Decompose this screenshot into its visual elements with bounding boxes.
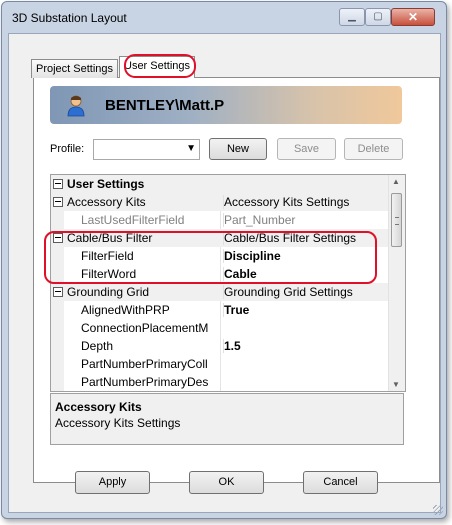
profile-label: Profile: <box>50 143 85 155</box>
description-pane: Accessory Kits Accessory Kits Settings <box>50 393 404 445</box>
dialog-window: 3D Substation Layout ▁ ▢ ✕ Project Setti… <box>1 1 447 519</box>
vertical-scrollbar[interactable]: ▲ ▼ <box>388 175 405 391</box>
property-row-partnumberprimarycoll[interactable]: PartNumberPrimaryColl <box>51 355 388 373</box>
title-bar[interactable]: 3D Substation Layout ▁ ▢ ✕ <box>2 2 446 32</box>
user-header-banner: BENTLEY\Matt.P <box>50 86 402 124</box>
ok-button[interactable]: OK <box>189 471 264 494</box>
property-value: Accessory Kits Settings <box>223 195 350 209</box>
column-divider <box>220 337 221 355</box>
property-row-connectionplacement[interactable]: ConnectionPlacementM <box>51 319 388 337</box>
scroll-up-arrow-icon[interactable]: ▲ <box>392 177 400 186</box>
property-value: Grounding Grid Settings <box>223 285 353 299</box>
property-value: Part_Number <box>223 213 296 227</box>
property-name: Depth <box>81 339 114 353</box>
minimize-button[interactable]: ▁ <box>339 8 365 26</box>
collapse-icon[interactable] <box>53 179 63 189</box>
row-gutter <box>51 193 64 211</box>
row-gutter <box>51 301 64 319</box>
resize-grip-icon[interactable] <box>433 505 443 515</box>
save-profile-button[interactable]: Save <box>277 138 336 160</box>
column-divider <box>220 319 221 337</box>
property-name: ConnectionPlacementM <box>81 321 209 335</box>
property-value[interactable]: True <box>223 303 249 317</box>
property-name: Grounding Grid <box>67 285 150 299</box>
category-row-grounding-grid[interactable]: Grounding Grid Grounding Grid Settings <box>51 283 388 301</box>
property-row-depth[interactable]: Depth 1.5 <box>51 337 388 355</box>
property-row-partnumberprimarydes[interactable]: PartNumberPrimaryDes <box>51 373 388 391</box>
user-name: BENTLEY\Matt.P <box>105 97 225 114</box>
delete-profile-button[interactable]: Delete <box>344 138 403 160</box>
section-title: User Settings <box>67 177 145 191</box>
cancel-button[interactable]: Cancel <box>303 471 378 494</box>
description-title: Accessory Kits <box>55 400 142 414</box>
property-name: LastUsedFilterField <box>81 213 185 227</box>
property-name: Accessory Kits <box>67 195 146 209</box>
cable-filter-highlight-annotation <box>44 231 377 284</box>
scrollbar-thumb[interactable] <box>391 193 402 247</box>
maximize-icon: ▢ <box>373 11 383 22</box>
collapse-icon[interactable] <box>53 287 63 297</box>
maximize-button[interactable]: ▢ <box>365 8 391 26</box>
close-icon: ✕ <box>407 10 419 24</box>
property-row-alignedwithprp[interactable]: AlignedWithPRP True <box>51 301 388 319</box>
scroll-down-arrow-icon[interactable]: ▼ <box>392 380 400 389</box>
description-text: Accessory Kits Settings <box>55 416 181 430</box>
property-row-lastusedfilterfield[interactable]: LastUsedFilterField Part_Number <box>51 211 388 229</box>
close-button[interactable]: ✕ <box>391 8 435 26</box>
section-user-settings[interactable]: User Settings <box>51 175 388 193</box>
row-gutter <box>51 355 64 373</box>
new-profile-button[interactable]: New <box>209 138 267 160</box>
row-gutter <box>51 211 64 229</box>
window-title: 3D Substation Layout <box>12 11 127 25</box>
chevron-down-icon: ▼ <box>186 143 196 154</box>
profile-select[interactable]: ▼ <box>93 139 200 160</box>
collapse-icon[interactable] <box>53 197 63 207</box>
apply-button[interactable]: Apply <box>75 471 150 494</box>
category-row-accessory-kits[interactable]: Accessory Kits Accessory Kits Settings <box>51 193 388 211</box>
column-divider <box>220 355 221 373</box>
property-name: AlignedWithPRP <box>81 303 170 317</box>
row-gutter <box>51 337 64 355</box>
column-divider <box>220 373 221 391</box>
column-divider <box>220 301 221 319</box>
tab-highlight-annotation <box>124 54 196 78</box>
property-name: PartNumberPrimaryDes <box>81 375 209 389</box>
tab-project-settings[interactable]: Project Settings <box>31 59 119 78</box>
property-value[interactable]: 1.5 <box>223 339 241 353</box>
row-gutter <box>51 175 64 193</box>
user-icon <box>67 95 85 117</box>
row-gutter <box>51 319 64 337</box>
property-name: PartNumberPrimaryColl <box>81 357 208 371</box>
row-gutter <box>51 373 64 391</box>
minimize-icon: ▁ <box>348 11 356 22</box>
column-divider <box>220 211 221 229</box>
row-gutter <box>51 283 64 301</box>
